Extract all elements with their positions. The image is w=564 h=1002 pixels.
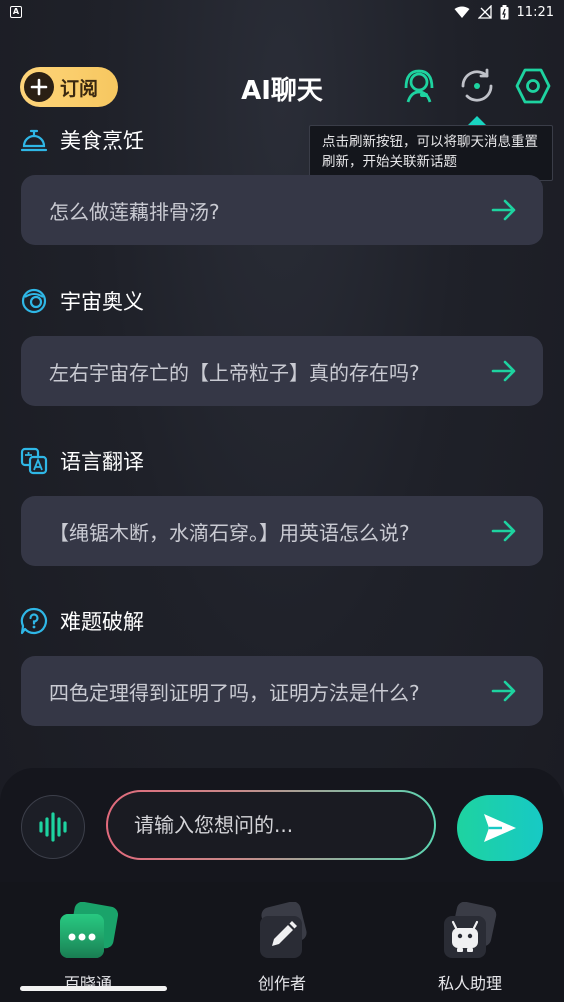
nav-item-assistant[interactable]: 私人助理 bbox=[400, 892, 540, 993]
question-text: 四色定理得到证明了吗，证明方法是什么? bbox=[49, 680, 420, 705]
topic-label: 美食烹饪 bbox=[60, 129, 144, 153]
wifi-icon bbox=[454, 6, 470, 18]
cloche-icon bbox=[20, 129, 48, 152]
arrow-right-icon bbox=[491, 360, 516, 382]
home-indicator[interactable] bbox=[20, 986, 167, 991]
topic-title-puzzle: 难题破解 bbox=[20, 606, 144, 636]
status-bar: A 11:21 bbox=[0, 0, 564, 24]
question-text: 【绳锯木断，水滴石穿。】用英语怎么说? bbox=[49, 520, 410, 545]
refresh-tooltip: 点击刷新按钮，可以将聊天消息重置刷新，开始关联新话题 bbox=[309, 125, 553, 181]
status-time: 11:21 bbox=[516, 4, 554, 20]
arrow-right-icon bbox=[491, 520, 516, 542]
question-icon bbox=[20, 607, 48, 635]
question-card-universe[interactable]: 左右宇宙存亡的【上帝粒子】真的存在吗? bbox=[21, 336, 543, 406]
notification-icon: A bbox=[10, 6, 22, 18]
question-text: 左右宇宙存亡的【上帝粒子】真的存在吗? bbox=[49, 360, 420, 385]
topic-title-translate: 语言翻译 bbox=[20, 446, 144, 476]
soundwave-icon bbox=[39, 812, 67, 842]
no-signal-icon bbox=[477, 5, 492, 19]
question-card-cooking[interactable]: 怎么做莲藕排骨汤? bbox=[21, 175, 543, 245]
nav-item-creator[interactable]: 创作者 bbox=[212, 892, 352, 993]
send-icon bbox=[484, 814, 516, 842]
settings-icon[interactable] bbox=[513, 66, 553, 106]
app-screen: A 11:21 订阅 AI聊天 点击刷新按钮，可以将聊天消息重置刷新，开始关联新… bbox=[0, 0, 564, 1002]
pencil-icon bbox=[252, 901, 312, 962]
bottom-nav: 百晓通 创作者 私人助理 bbox=[0, 882, 564, 1002]
refresh-icon[interactable] bbox=[457, 66, 497, 106]
app-header: 订阅 AI聊天 bbox=[0, 60, 564, 112]
arrow-right-icon bbox=[491, 680, 516, 702]
topic-label: 语言翻译 bbox=[60, 450, 144, 474]
topic-title-universe: 宇宙奥义 bbox=[20, 286, 144, 316]
question-input-field[interactable] bbox=[106, 790, 436, 860]
send-button[interactable] bbox=[457, 795, 543, 861]
question-text: 怎么做莲藕排骨汤? bbox=[49, 199, 220, 224]
headset-icon[interactable] bbox=[399, 66, 439, 106]
question-card-translate[interactable]: 【绳锯木断，水滴石穿。】用英语怎么说? bbox=[21, 496, 543, 566]
question-input[interactable] bbox=[134, 813, 414, 837]
input-inner bbox=[108, 792, 434, 858]
battery-icon bbox=[500, 4, 509, 19]
arrow-right-icon bbox=[491, 199, 516, 221]
chat-bubble-icon bbox=[58, 901, 119, 962]
planet-icon bbox=[21, 288, 47, 314]
nav-item-baixiaotong[interactable]: 百晓通 bbox=[18, 892, 158, 993]
topic-label: 难题破解 bbox=[60, 610, 144, 634]
nav-label: 创作者 bbox=[257, 974, 306, 993]
topic-title-cooking: 美食烹饪 bbox=[20, 125, 144, 155]
robot-icon bbox=[440, 901, 500, 962]
question-card-puzzle[interactable]: 四色定理得到证明了吗，证明方法是什么? bbox=[21, 656, 543, 726]
voice-input-button[interactable] bbox=[21, 795, 85, 859]
topic-label: 宇宙奥义 bbox=[60, 290, 144, 314]
nav-label: 私人助理 bbox=[437, 974, 502, 993]
translate-icon bbox=[20, 447, 48, 475]
